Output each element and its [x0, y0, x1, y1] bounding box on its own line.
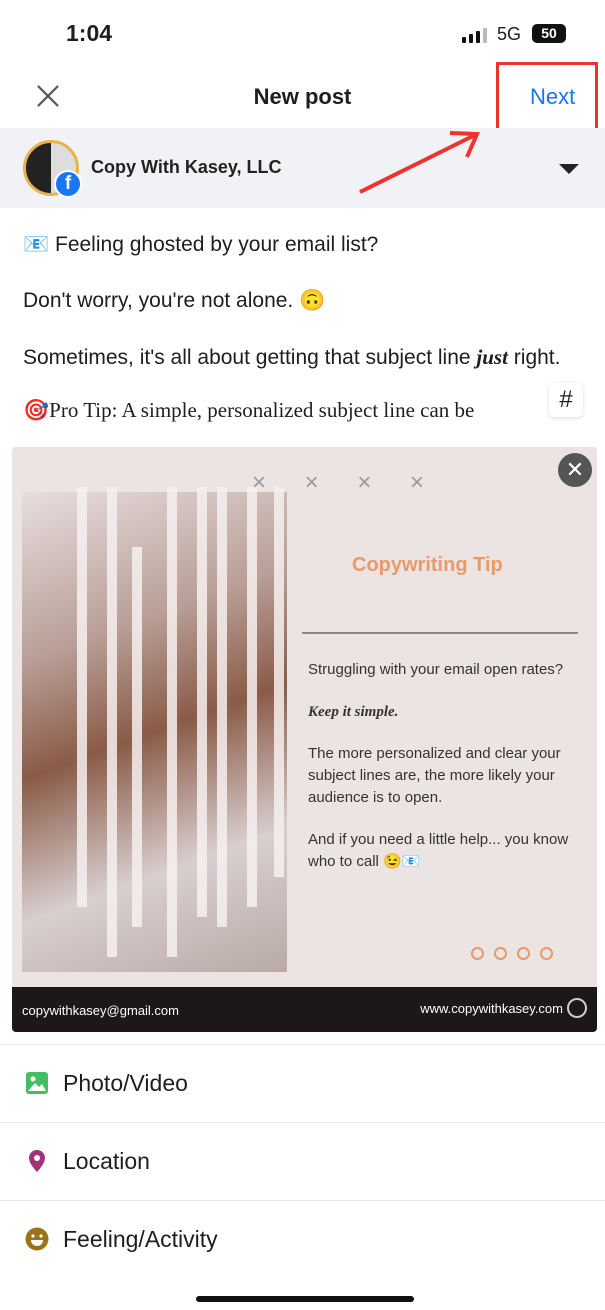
option-feeling-activity[interactable]: Feeling/Activity — [0, 1200, 605, 1278]
status-bar: 1:04 5G 50 — [0, 0, 605, 64]
clock: 1:04 — [66, 20, 113, 46]
option-photo-video[interactable]: Photo/Video — [0, 1044, 605, 1122]
card-text: Struggling with your email open rates? K… — [308, 659, 578, 893]
network-type: 5G — [497, 24, 522, 44]
card-paragraph: Keep it simple. — [308, 704, 399, 720]
annotation-arrow — [359, 131, 481, 194]
card-paragraph: The more personalized and clear your sub… — [308, 745, 561, 806]
card-email: copywithkasey@gmail.com — [22, 1003, 179, 1018]
post-line: Pro Tip: A simple, personalized subject … — [49, 398, 475, 422]
post-text-input[interactable]: 📧 Feeling ghosted by your email list? Do… — [23, 230, 583, 435]
option-label: Location — [63, 1148, 150, 1174]
emphasis: just — [476, 345, 508, 369]
card-title: Copywriting Tip — [352, 554, 503, 576]
battery-icon: 50 — [532, 24, 566, 43]
target-emoji: 🎯 — [23, 398, 50, 422]
card-footer: copywithkasey@gmail.com www.copywithkase… — [12, 987, 597, 1032]
account-selector[interactable]: f Copy With Kasey, LLC — [0, 128, 605, 208]
post-line: right. — [507, 346, 561, 369]
attached-image: × × × × ✕ Copywriting Tip Struggling wit… — [12, 447, 597, 1032]
globe-icon — [567, 998, 587, 1018]
card-website: www.copywithkasey.com — [420, 1001, 563, 1016]
account-name: Copy With Kasey, LLC — [91, 157, 282, 177]
card-paragraph: Struggling with your email open rates? — [308, 661, 564, 678]
home-indicator[interactable] — [196, 1296, 414, 1302]
option-label: Photo/Video — [63, 1070, 188, 1096]
smiley-icon — [25, 1227, 49, 1251]
post-line: Don't worry, you're not alone. — [23, 289, 294, 312]
location-pin-icon — [29, 1150, 45, 1172]
highlight-box — [496, 62, 598, 132]
decor-marks: × × × × — [252, 469, 441, 496]
hashtag-button[interactable]: # — [549, 383, 583, 417]
remove-image-button[interactable]: ✕ — [558, 453, 592, 487]
post-line: Feeling ghosted by your email list? — [55, 233, 379, 256]
envelope-emoji: 📧 — [23, 233, 50, 256]
caret-down-icon[interactable] — [559, 164, 579, 174]
signal-icon — [462, 28, 487, 43]
photo-icon — [26, 1072, 48, 1094]
option-label: Feeling/Activity — [63, 1226, 218, 1252]
option-location[interactable]: Location — [0, 1122, 605, 1200]
carousel-dots — [471, 947, 553, 960]
emoji: 🙃 — [299, 289, 326, 312]
facebook-icon: f — [54, 170, 82, 198]
card-paragraph: And if you need a little help... you kno… — [308, 831, 569, 870]
divider — [302, 632, 578, 634]
post-line: Sometimes, it's all about getting that s… — [23, 346, 477, 369]
